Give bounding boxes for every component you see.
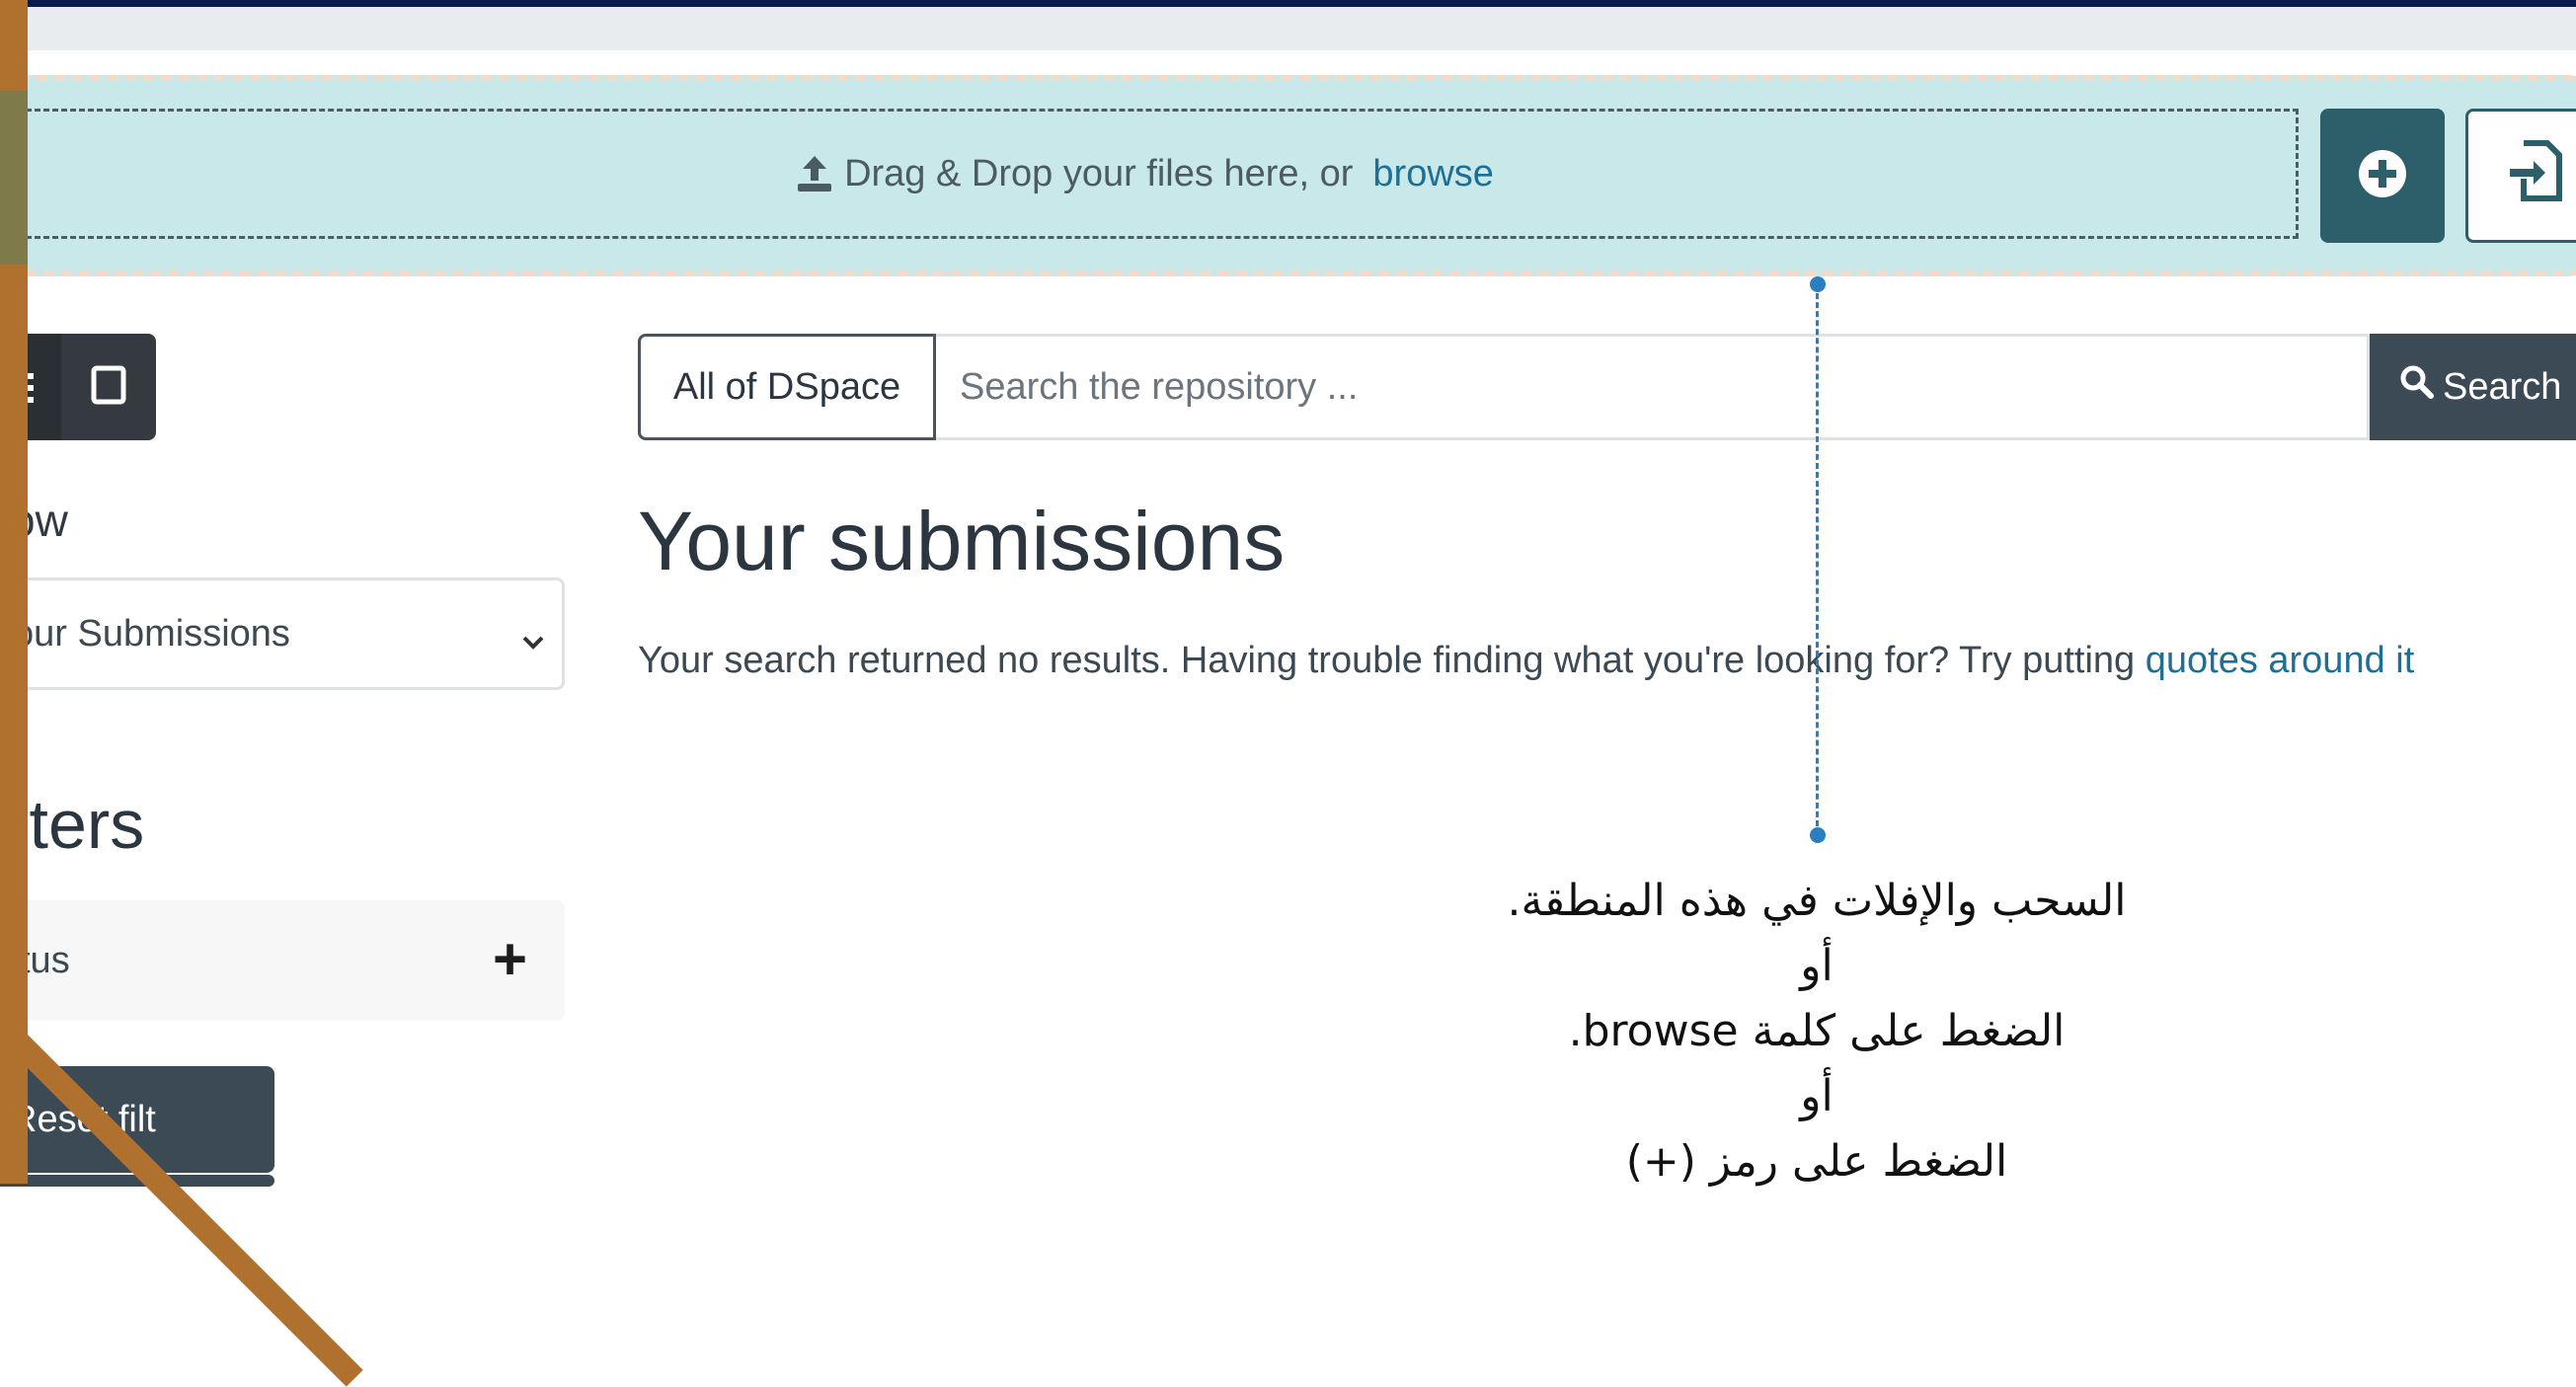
- callout-line-text: الضغط على كلمة browse.: [1568, 1006, 2066, 1056]
- file-import-icon: [2508, 139, 2563, 207]
- decorative-diagonal-stripe: [0, 1007, 363, 1387]
- grid-view-button[interactable]: [61, 334, 156, 440]
- plus-circle-icon: [2357, 148, 2408, 204]
- callout-annotation: السحب والإفلات في هذه المنطقة. أو الضغط …: [1382, 869, 2251, 1194]
- decorative-frame-accent: [0, 91, 28, 265]
- callout-line-text: أو: [1800, 941, 1834, 991]
- search-icon: [2399, 364, 2435, 410]
- file-dropzone[interactable]: Drag & Drop your files here, or browse: [0, 109, 2299, 239]
- grid-icon: [91, 365, 126, 410]
- upload-icon: [795, 154, 834, 193]
- page-title: Your submissions: [638, 495, 1286, 587]
- callout-line-text: السحب والإفلات في هذه المنطقة.: [1507, 876, 2127, 926]
- filters-heading: lters: [14, 786, 145, 863]
- top-navbar-strip: [0, 0, 2576, 7]
- show-select[interactable]: our Submissions: [0, 578, 565, 690]
- search-button[interactable]: Search: [2370, 334, 2576, 440]
- chevron-down-icon: [522, 618, 544, 660]
- callout-dot: [1810, 276, 1826, 292]
- status-filter-toggle[interactable]: tus +: [0, 900, 565, 1021]
- dropzone-text: Drag & Drop your files here, or: [844, 152, 1354, 194]
- browse-link[interactable]: browse: [1372, 153, 1494, 195]
- add-submission-button[interactable]: [2320, 109, 2445, 243]
- callout-dot: [1810, 827, 1826, 843]
- show-select-value: our Submissions: [13, 612, 290, 655]
- quotes-help-link[interactable]: quotes around it: [2146, 640, 2415, 681]
- search-input[interactable]: [936, 334, 2370, 440]
- callout-line-text: أو: [1800, 1071, 1834, 1121]
- plus-icon: +: [492, 926, 527, 992]
- no-results-message: Your search returned no results. Having …: [638, 640, 2415, 681]
- import-button[interactable]: [2465, 109, 2576, 243]
- callout-line: [1816, 284, 1819, 835]
- search-scope-button[interactable]: All of DSpace: [638, 334, 936, 440]
- callout-line-text: الضغط على رمز (+): [1625, 1136, 2008, 1187]
- breadcrumb-bar: [0, 7, 2576, 50]
